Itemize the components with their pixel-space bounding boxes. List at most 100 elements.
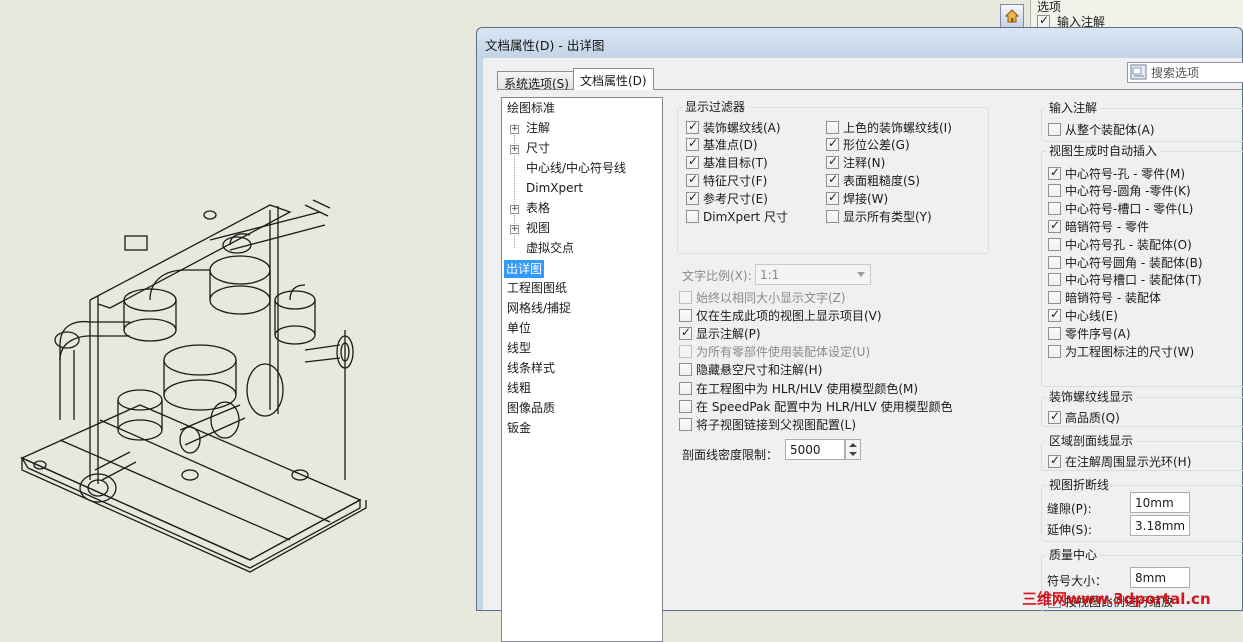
checkbox-label: 在 SpeedPak 配置中为 HLR/HLV 使用模型颜色 <box>696 399 953 414</box>
break-extension-label: 延伸(S): <box>1047 523 1093 537</box>
checkbox-option[interactable]: 高品质(Q) <box>1048 409 1120 425</box>
checkbox-option[interactable]: 上色的装饰螺纹线(I) <box>826 119 952 135</box>
expand-icon[interactable]: + <box>510 205 519 214</box>
tree-item-sheet-metal[interactable]: 钣金 <box>507 419 531 437</box>
checkbox-option[interactable]: 中心符号圆角 - 装配体(B) <box>1048 254 1203 270</box>
checkbox-option[interactable]: 从整个装配体(A) <box>1048 121 1155 137</box>
checkbox-unchecked-icon <box>1048 184 1061 198</box>
checkbox-option[interactable]: 表面粗糙度(S) <box>826 172 920 188</box>
checkbox-label: 从整个装配体(A) <box>1065 122 1155 137</box>
checkbox-checked-icon <box>1048 453 1061 468</box>
tree-item-virtual-sharps[interactable]: 虚拟交点 <box>526 239 574 257</box>
checkbox-label: 基准点(D) <box>703 138 758 153</box>
checkbox-option[interactable]: 将子视图链接到父视图配置(L) <box>679 416 856 432</box>
checkbox-option[interactable]: 基准目标(T) <box>686 154 768 171</box>
tree-item-drawing-sheets[interactable]: 工程图图纸 <box>507 279 567 297</box>
checkbox-option[interactable]: 参考尺寸(E) <box>686 190 768 206</box>
checkbox-option[interactable]: 仅在生成此项的视图上显示项目(V) <box>679 307 882 323</box>
dialog-titlebar[interactable]: 文档属性(D) - 出详图 <box>477 28 1242 58</box>
expand-icon[interactable]: + <box>510 145 519 154</box>
checkbox-option[interactable]: 隐藏悬空尺寸和注解(H) <box>679 362 822 378</box>
checkbox-option[interactable]: 中心符号-孔 - 零件(M) <box>1048 165 1185 181</box>
break-line-title: 视图折断线 <box>1046 478 1113 492</box>
expand-icon[interactable]: + <box>510 225 519 234</box>
settings-tree[interactable]: 绘图标准 + 注解 + 尺寸 中心线/中心符号线 DimXpert + 表格 +… <box>501 97 663 642</box>
tab-document-properties[interactable]: 文档属性(D) <box>573 68 654 90</box>
checkbox-option[interactable]: 焊接(W) <box>826 190 888 206</box>
tree-item-centerlines[interactable]: 中心线/中心符号线 <box>526 159 626 177</box>
tree-item-line-font[interactable]: 线型 <box>507 339 531 357</box>
tree-item-drafting-standard[interactable]: 绘图标准 <box>507 99 555 117</box>
chevron-down-icon <box>857 272 865 277</box>
tree-item-line-style[interactable]: 线条样式 <box>507 359 555 377</box>
checkbox-label: 特征尺寸(F) <box>703 173 768 188</box>
center-of-mass-title: 质量中心 <box>1046 548 1101 562</box>
break-extension-input[interactable]: 3.18mm <box>1130 515 1190 536</box>
checkbox-option[interactable]: 显示所有类型(Y) <box>826 208 932 224</box>
checkbox-option[interactable]: 显示注解(P) <box>679 325 761 341</box>
checkbox-checked-icon <box>686 154 699 170</box>
tree-item-views[interactable]: 视图 <box>526 219 550 237</box>
search-icon <box>1130 64 1147 80</box>
auto-insert-title: 视图生成时自动插入 <box>1046 144 1161 158</box>
checkbox-unchecked-icon <box>826 209 839 223</box>
tab-system-options[interactable]: 系统选项(S) <box>497 71 576 91</box>
checkbox-unchecked-icon <box>679 399 692 413</box>
checkbox-label: 显示注解(P) <box>696 326 761 341</box>
checkbox-label: 焊接(W) <box>843 191 889 206</box>
tree-item-detailing[interactable]: 出详图 <box>504 260 545 278</box>
tree-item-units[interactable]: 单位 <box>507 319 531 337</box>
checkbox-unchecked-icon <box>1048 255 1061 269</box>
home-icon[interactable] <box>1000 4 1024 28</box>
checkbox-unchecked-icon <box>1048 237 1061 251</box>
tree-item-image-quality[interactable]: 图像品质 <box>507 399 555 417</box>
tree-item-dimxpert[interactable]: DimXpert <box>526 179 583 197</box>
checkbox-option[interactable]: 暗销符号 - 零件 <box>1048 218 1149 234</box>
checkbox-option[interactable]: 特征尺寸(F) <box>686 172 767 188</box>
tree-item-dimensions[interactable]: 尺寸 <box>526 139 550 157</box>
break-gap-input[interactable]: 10mm <box>1130 492 1190 513</box>
checkbox-option[interactable]: 中心符号-圆角 -零件(K) <box>1048 183 1191 199</box>
hatch-density-input[interactable]: 5000 <box>785 439 845 460</box>
checkbox-label: 高品质(Q) <box>1065 410 1120 425</box>
tree-item-tables[interactable]: 表格 <box>526 199 550 217</box>
checkbox-option[interactable]: 在 SpeedPak 配置中为 HLR/HLV 使用模型颜色 <box>679 398 953 414</box>
checkbox-label: 始终以相同大小显示文字(Z) <box>696 290 846 305</box>
watermark: 三维网www.3dportal.cn <box>1022 590 1211 608</box>
checkbox-option[interactable]: 基准点(D) <box>686 136 758 153</box>
chevron-down-icon <box>849 452 857 456</box>
tree-item-grid-snap[interactable]: 网格线/捕捉 <box>507 299 571 317</box>
tree-item-line-thickness[interactable]: 线粗 <box>507 379 531 397</box>
break-gap-label: 缝隙(P): <box>1047 502 1092 516</box>
checkbox-label: 显示所有类型(Y) <box>843 209 932 224</box>
checkbox-label: 为所有零部件使用装配体设定(U) <box>696 345 871 360</box>
mass-symbol-size-label: 符号大小： <box>1047 574 1108 588</box>
checkbox-label: 零件序号(A) <box>1065 326 1131 341</box>
checkbox-option[interactable]: 注释(N) <box>826 154 885 171</box>
cad-viewport[interactable] <box>0 0 480 611</box>
assembly-drawing <box>20 199 367 573</box>
checkbox-option[interactable]: 在工程图中为 HLR/HLV 使用模型颜色(M) <box>679 380 918 396</box>
checkbox-option[interactable]: 在注解周围显示光环(H) <box>1048 453 1191 469</box>
text-scale-select[interactable]: 1:1 <box>755 264 871 285</box>
checkbox-checked-icon <box>1048 307 1061 322</box>
search-input[interactable]: 搜索选项 <box>1127 62 1243 83</box>
checkbox-option[interactable]: 暗销符号 - 装配体 <box>1048 290 1161 306</box>
checkbox-option[interactable]: 中心符号槽口 - 装配体(T) <box>1048 272 1202 288</box>
checkbox-option[interactable]: 为工程图标注的尺寸(W) <box>1048 343 1194 359</box>
checkbox-option[interactable]: 中心符号孔 - 装配体(O) <box>1048 236 1192 252</box>
tree-item-annotations[interactable]: 注解 <box>526 119 550 137</box>
checkbox-option[interactable]: 中心线(E) <box>1048 307 1118 323</box>
checkbox-option[interactable]: DimXpert 尺寸 <box>686 208 788 224</box>
hatch-density-stepper[interactable] <box>845 439 861 460</box>
checkbox-option[interactable]: 中心符号-槽口 - 零件(L) <box>1048 201 1193 217</box>
mass-symbol-size-input[interactable]: 8mm <box>1130 567 1190 588</box>
checkbox-checked-icon <box>679 325 692 340</box>
checkbox-checked-icon <box>826 172 839 187</box>
checkbox-option[interactable]: 装饰螺纹线(A) <box>686 119 781 135</box>
expand-icon[interactable]: + <box>510 125 519 134</box>
dialog-title: 文档属性(D) - 出详图 <box>485 38 605 53</box>
checkbox-option[interactable]: 零件序号(A) <box>1048 325 1131 341</box>
checkbox-label: 中心符号槽口 - 装配体(T) <box>1065 273 1202 288</box>
checkbox-option[interactable]: 形位公差(G) <box>826 136 910 153</box>
